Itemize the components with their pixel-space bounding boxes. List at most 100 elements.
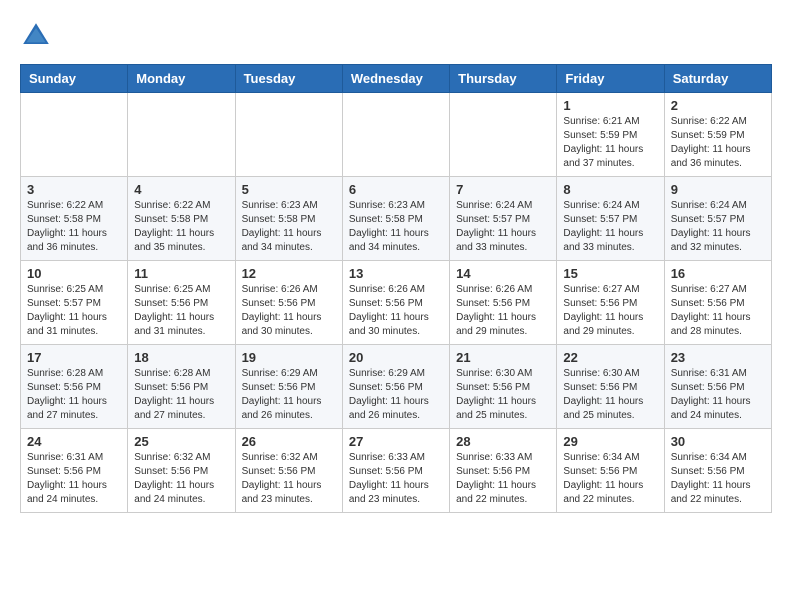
day-cell: 2 Sunrise: 6:22 AM Sunset: 5:59 PM Daylig… bbox=[664, 93, 771, 177]
day-cell: 12Sunrise: 6:26 AM Sunset: 5:56 PM Dayli… bbox=[235, 261, 342, 345]
weekday-header-row: SundayMondayTuesdayWednesdayThursdayFrid… bbox=[21, 65, 772, 93]
day-info: Sunrise: 6:23 AM Sunset: 5:58 PM Dayligh… bbox=[349, 199, 443, 255]
week-row-2: 3 Sunrise: 6:22 AM Sunset: 5:58 PM Daylig… bbox=[21, 177, 772, 261]
day-number: 23 bbox=[671, 350, 765, 365]
day-cell: 5 Sunrise: 6:23 AM Sunset: 5:58 PM Daylig… bbox=[235, 177, 342, 261]
logo bbox=[20, 20, 56, 52]
day-number: 2 bbox=[671, 98, 765, 113]
day-number: 12 bbox=[242, 266, 336, 281]
day-info: Sunrise: 6:21 AM Sunset: 5:59 PM Dayligh… bbox=[563, 115, 657, 171]
day-number: 28 bbox=[456, 434, 550, 449]
day-info: Sunrise: 6:26 AM Sunset: 5:56 PM Dayligh… bbox=[456, 283, 550, 339]
day-info: Sunrise: 6:22 AM Sunset: 5:58 PM Dayligh… bbox=[27, 199, 121, 255]
day-info: Sunrise: 6:24 AM Sunset: 5:57 PM Dayligh… bbox=[456, 199, 550, 255]
day-number: 17 bbox=[27, 350, 121, 365]
day-info: Sunrise: 6:25 AM Sunset: 5:57 PM Dayligh… bbox=[27, 283, 121, 339]
day-cell: 10 Sunrise: 6:25 AM Sunset: 5:57 PM Dayli… bbox=[21, 261, 128, 345]
day-number: 13 bbox=[349, 266, 443, 281]
day-cell: 21Sunrise: 6:30 AM Sunset: 5:56 PM Dayli… bbox=[450, 345, 557, 429]
week-row-4: 17 Sunrise: 6:28 AM Sunset: 5:56 PM Dayli… bbox=[21, 345, 772, 429]
logo-icon bbox=[20, 20, 52, 52]
day-cell: 6 Sunrise: 6:23 AM Sunset: 5:58 PM Daylig… bbox=[342, 177, 449, 261]
day-number: 9 bbox=[671, 182, 765, 197]
day-cell: 1Sunrise: 6:21 AM Sunset: 5:59 PM Daylig… bbox=[557, 93, 664, 177]
day-cell: 30Sunrise: 6:34 AM Sunset: 5:56 PM Dayli… bbox=[664, 429, 771, 513]
day-number: 7 bbox=[456, 182, 550, 197]
day-info: Sunrise: 6:22 AM Sunset: 5:58 PM Dayligh… bbox=[134, 199, 228, 255]
day-cell: 19 Sunrise: 6:29 AM Sunset: 5:56 PM Dayli… bbox=[235, 345, 342, 429]
day-number: 19 bbox=[242, 350, 336, 365]
day-cell: 14 Sunrise: 6:26 AM Sunset: 5:56 PM Dayli… bbox=[450, 261, 557, 345]
day-number: 20 bbox=[349, 350, 443, 365]
day-number: 14 bbox=[456, 266, 550, 281]
page: SundayMondayTuesdayWednesdayThursdayFrid… bbox=[0, 0, 792, 533]
day-cell: 7 Sunrise: 6:24 AM Sunset: 5:57 PM Daylig… bbox=[450, 177, 557, 261]
day-cell bbox=[450, 93, 557, 177]
day-number: 6 bbox=[349, 182, 443, 197]
day-number: 15 bbox=[563, 266, 657, 281]
day-number: 11 bbox=[134, 266, 228, 281]
day-info: Sunrise: 6:30 AM Sunset: 5:56 PM Dayligh… bbox=[456, 367, 550, 423]
day-number: 18 bbox=[134, 350, 228, 365]
day-info: Sunrise: 6:34 AM Sunset: 5:56 PM Dayligh… bbox=[671, 451, 765, 507]
day-info: Sunrise: 6:27 AM Sunset: 5:56 PM Dayligh… bbox=[563, 283, 657, 339]
header bbox=[20, 16, 772, 52]
day-cell: 23 Sunrise: 6:31 AM Sunset: 5:56 PM Dayli… bbox=[664, 345, 771, 429]
weekday-thursday: Thursday bbox=[450, 65, 557, 93]
day-cell bbox=[128, 93, 235, 177]
day-cell: 4Sunrise: 6:22 AM Sunset: 5:58 PM Daylig… bbox=[128, 177, 235, 261]
day-cell: 18Sunrise: 6:28 AM Sunset: 5:56 PM Dayli… bbox=[128, 345, 235, 429]
day-number: 25 bbox=[134, 434, 228, 449]
weekday-wednesday: Wednesday bbox=[342, 65, 449, 93]
day-info: Sunrise: 6:24 AM Sunset: 5:57 PM Dayligh… bbox=[671, 199, 765, 255]
calendar: SundayMondayTuesdayWednesdayThursdayFrid… bbox=[20, 64, 772, 513]
week-row-3: 10 Sunrise: 6:25 AM Sunset: 5:57 PM Dayli… bbox=[21, 261, 772, 345]
day-cell: 11 Sunrise: 6:25 AM Sunset: 5:56 PM Dayli… bbox=[128, 261, 235, 345]
day-number: 26 bbox=[242, 434, 336, 449]
day-info: Sunrise: 6:31 AM Sunset: 5:56 PM Dayligh… bbox=[671, 367, 765, 423]
day-info: Sunrise: 6:30 AM Sunset: 5:56 PM Dayligh… bbox=[563, 367, 657, 423]
day-number: 16 bbox=[671, 266, 765, 281]
day-cell: 26 Sunrise: 6:32 AM Sunset: 5:56 PM Dayli… bbox=[235, 429, 342, 513]
day-info: Sunrise: 6:29 AM Sunset: 5:56 PM Dayligh… bbox=[242, 367, 336, 423]
day-cell: 24 Sunrise: 6:31 AM Sunset: 5:56 PM Dayli… bbox=[21, 429, 128, 513]
weekday-friday: Friday bbox=[557, 65, 664, 93]
day-number: 27 bbox=[349, 434, 443, 449]
day-info: Sunrise: 6:24 AM Sunset: 5:57 PM Dayligh… bbox=[563, 199, 657, 255]
day-info: Sunrise: 6:28 AM Sunset: 5:56 PM Dayligh… bbox=[27, 367, 121, 423]
day-cell bbox=[235, 93, 342, 177]
day-cell bbox=[21, 93, 128, 177]
day-cell: 27Sunrise: 6:33 AM Sunset: 5:56 PM Dayli… bbox=[342, 429, 449, 513]
day-number: 3 bbox=[27, 182, 121, 197]
day-cell: 13Sunrise: 6:26 AM Sunset: 5:56 PM Dayli… bbox=[342, 261, 449, 345]
day-cell: 20 Sunrise: 6:29 AM Sunset: 5:56 PM Dayli… bbox=[342, 345, 449, 429]
day-cell: 16 Sunrise: 6:27 AM Sunset: 5:56 PM Dayli… bbox=[664, 261, 771, 345]
day-cell: 15 Sunrise: 6:27 AM Sunset: 5:56 PM Dayli… bbox=[557, 261, 664, 345]
day-info: Sunrise: 6:32 AM Sunset: 5:56 PM Dayligh… bbox=[242, 451, 336, 507]
day-cell: 17 Sunrise: 6:28 AM Sunset: 5:56 PM Dayli… bbox=[21, 345, 128, 429]
weekday-monday: Monday bbox=[128, 65, 235, 93]
day-number: 22 bbox=[563, 350, 657, 365]
day-info: Sunrise: 6:22 AM Sunset: 5:59 PM Dayligh… bbox=[671, 115, 765, 171]
day-number: 10 bbox=[27, 266, 121, 281]
day-info: Sunrise: 6:29 AM Sunset: 5:56 PM Dayligh… bbox=[349, 367, 443, 423]
day-info: Sunrise: 6:34 AM Sunset: 5:56 PM Dayligh… bbox=[563, 451, 657, 507]
day-info: Sunrise: 6:27 AM Sunset: 5:56 PM Dayligh… bbox=[671, 283, 765, 339]
day-number: 5 bbox=[242, 182, 336, 197]
day-info: Sunrise: 6:31 AM Sunset: 5:56 PM Dayligh… bbox=[27, 451, 121, 507]
day-info: Sunrise: 6:23 AM Sunset: 5:58 PM Dayligh… bbox=[242, 199, 336, 255]
day-info: Sunrise: 6:25 AM Sunset: 5:56 PM Dayligh… bbox=[134, 283, 228, 339]
day-cell bbox=[342, 93, 449, 177]
day-cell: 28 Sunrise: 6:33 AM Sunset: 5:56 PM Dayli… bbox=[450, 429, 557, 513]
day-number: 29 bbox=[563, 434, 657, 449]
day-cell: 3 Sunrise: 6:22 AM Sunset: 5:58 PM Daylig… bbox=[21, 177, 128, 261]
day-info: Sunrise: 6:33 AM Sunset: 5:56 PM Dayligh… bbox=[456, 451, 550, 507]
weekday-sunday: Sunday bbox=[21, 65, 128, 93]
weekday-saturday: Saturday bbox=[664, 65, 771, 93]
weekday-tuesday: Tuesday bbox=[235, 65, 342, 93]
day-number: 24 bbox=[27, 434, 121, 449]
day-cell: 9 Sunrise: 6:24 AM Sunset: 5:57 PM Daylig… bbox=[664, 177, 771, 261]
day-cell: 25 Sunrise: 6:32 AM Sunset: 5:56 PM Dayli… bbox=[128, 429, 235, 513]
day-info: Sunrise: 6:32 AM Sunset: 5:56 PM Dayligh… bbox=[134, 451, 228, 507]
day-cell: 22 Sunrise: 6:30 AM Sunset: 5:56 PM Dayli… bbox=[557, 345, 664, 429]
